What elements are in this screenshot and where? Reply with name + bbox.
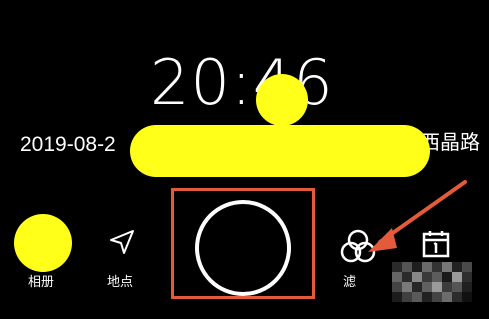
navigation-arrow-icon[interactable] xyxy=(107,227,137,257)
redaction-dot xyxy=(256,74,308,126)
album-thumbnail-button[interactable] xyxy=(14,214,72,272)
date-text: 2019-08-2 xyxy=(20,133,116,156)
clock-time: 20:46 xyxy=(150,46,334,119)
location-label: 地点 xyxy=(107,275,134,290)
album-label: 相册 xyxy=(28,275,55,290)
watermark-mosaic xyxy=(392,262,472,302)
filter-label: 滤 xyxy=(343,275,357,290)
calendar-icon[interactable] xyxy=(420,228,452,260)
shutter-button[interactable] xyxy=(195,200,291,296)
